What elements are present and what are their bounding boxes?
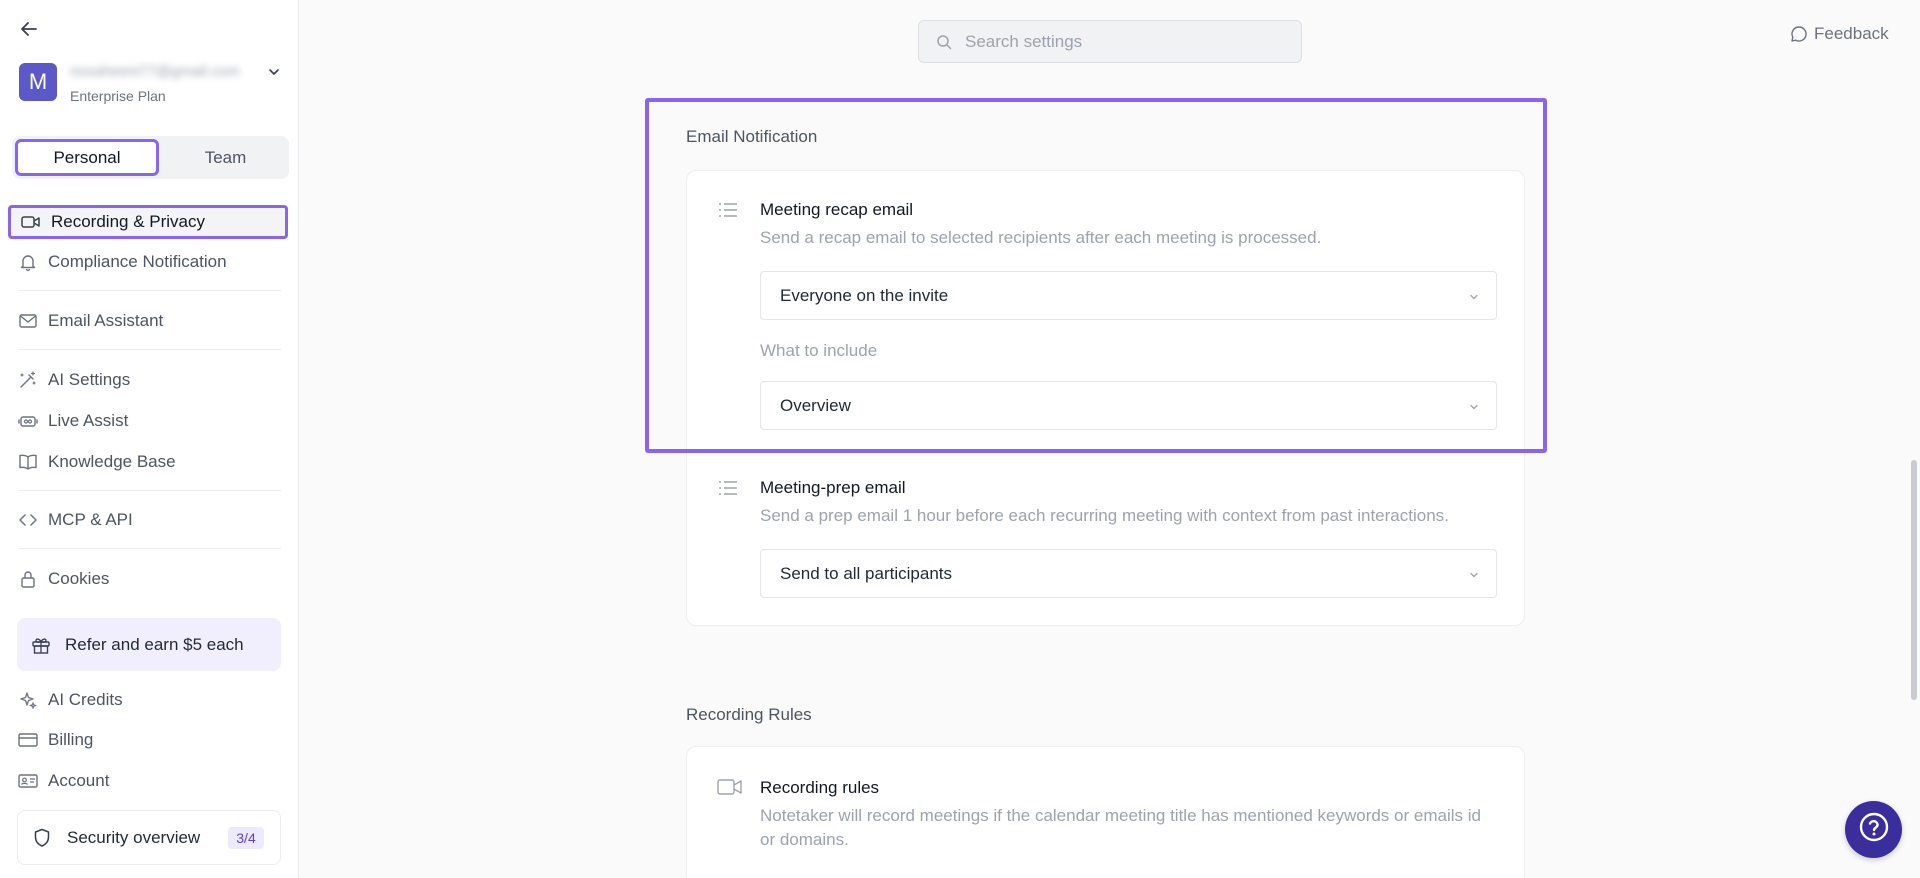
- divider: [19, 548, 281, 549]
- sidebar-item-recording-privacy[interactable]: Recording & Privacy: [8, 205, 288, 239]
- setting-recording-rules: Recording rules Notetaker will record me…: [687, 747, 1526, 878]
- security-overview-button[interactable]: Security overview 3/4: [17, 810, 281, 865]
- chat-bubble-icon: [1790, 25, 1808, 43]
- feedback-button[interactable]: Feedback: [1790, 24, 1889, 44]
- avatar: M: [19, 63, 57, 101]
- sidebar-item-billing[interactable]: Billing: [8, 723, 288, 757]
- id-card-icon: [18, 771, 38, 791]
- sidebar-item-knowledge-base[interactable]: Knowledge Base: [8, 445, 288, 479]
- setting-title: Recording rules: [760, 778, 880, 797]
- sidebar-item-ai-settings[interactable]: AI Settings: [8, 363, 288, 397]
- tab-team[interactable]: Team: [162, 136, 289, 179]
- account-email: noxaheeni77@gmail.com: [70, 63, 240, 80]
- email-notification-card: Meeting recap email Send a recap email t…: [686, 170, 1525, 626]
- sidebar-item-compliance-notification[interactable]: Compliance Notification: [8, 245, 288, 279]
- chevron-down-icon: [267, 65, 281, 79]
- refer-earn-button[interactable]: Refer and earn $5 each: [17, 618, 281, 671]
- live-assist-icon: [18, 411, 38, 431]
- video-camera-icon: [21, 212, 41, 232]
- question-mark-icon: [1858, 811, 1890, 848]
- drag-handle-icon[interactable]: [717, 478, 739, 498]
- divider: [19, 349, 281, 350]
- sidebar-item-ai-credits[interactable]: AI Credits: [8, 683, 288, 717]
- setting-title: Meeting recap email: [760, 200, 914, 219]
- search-bar: [918, 20, 1302, 63]
- recording-rules-card: Recording rules Notetaker will record me…: [686, 746, 1525, 878]
- code-icon: [18, 510, 38, 530]
- tab-personal[interactable]: Personal: [12, 136, 162, 179]
- back-arrow-icon[interactable]: [18, 18, 40, 40]
- prep-recipients-select[interactable]: Send to all participants: [760, 549, 1497, 598]
- section-title-recording-rules: Recording Rules: [686, 705, 812, 724]
- setting-description: Send a prep email 1 hour before each rec…: [760, 506, 1449, 525]
- chevron-down-icon: [1468, 400, 1480, 412]
- sidebar-item-cookies[interactable]: Cookies: [8, 562, 288, 596]
- video-camera-icon: [717, 777, 743, 797]
- chevron-down-icon: [1468, 568, 1480, 580]
- search-icon: [935, 33, 953, 51]
- mail-icon: [18, 311, 38, 331]
- status-badge: 3/4: [228, 827, 264, 849]
- recap-content-select[interactable]: Overview: [760, 381, 1497, 430]
- setting-meeting-recap-email: Meeting recap email Send a recap email t…: [687, 171, 1526, 441]
- sidebar-item-mcp-api[interactable]: MCP & API: [8, 503, 288, 537]
- divider: [19, 290, 281, 291]
- bell-icon: [18, 252, 38, 272]
- sidebar: M noxaheeni77@gmail.com Enterprise Plan …: [0, 0, 299, 878]
- sidebar-item-live-assist[interactable]: Live Assist: [8, 404, 288, 438]
- setting-description: Send a recap email to selected recipient…: [760, 228, 1322, 247]
- scope-toggle: Personal Team: [12, 136, 289, 179]
- sidebar-item-email-assistant[interactable]: Email Assistant: [8, 304, 288, 338]
- chevron-down-icon: [1468, 290, 1480, 302]
- account-switcher[interactable]: M noxaheeni77@gmail.com Enterprise Plan: [19, 63, 287, 107]
- help-button[interactable]: [1845, 801, 1902, 858]
- recap-recipients-select[interactable]: Everyone on the invite: [760, 271, 1497, 320]
- scrollbar[interactable]: [1911, 460, 1917, 700]
- setting-title: Meeting-prep email: [760, 478, 906, 497]
- search-input[interactable]: [965, 31, 1285, 52]
- section-title-email-notification: Email Notification: [686, 127, 818, 146]
- credit-card-icon: [18, 730, 38, 750]
- drag-handle-icon[interactable]: [717, 200, 739, 220]
- magic-wand-icon: [18, 370, 38, 390]
- setting-description: Notetaker will record meetings if the ca…: [760, 806, 1481, 849]
- sidebar-item-account[interactable]: Account: [8, 764, 288, 798]
- lock-icon: [18, 569, 38, 589]
- shield-icon: [32, 828, 52, 848]
- gift-icon: [30, 634, 52, 656]
- sparkles-icon: [18, 690, 38, 710]
- account-plan: Enterprise Plan: [70, 88, 166, 104]
- what-to-include-label: What to include: [760, 341, 878, 360]
- setting-meeting-prep-email: Meeting-prep email Send a prep email 1 h…: [687, 451, 1526, 621]
- divider: [19, 490, 281, 491]
- book-icon: [18, 452, 38, 472]
